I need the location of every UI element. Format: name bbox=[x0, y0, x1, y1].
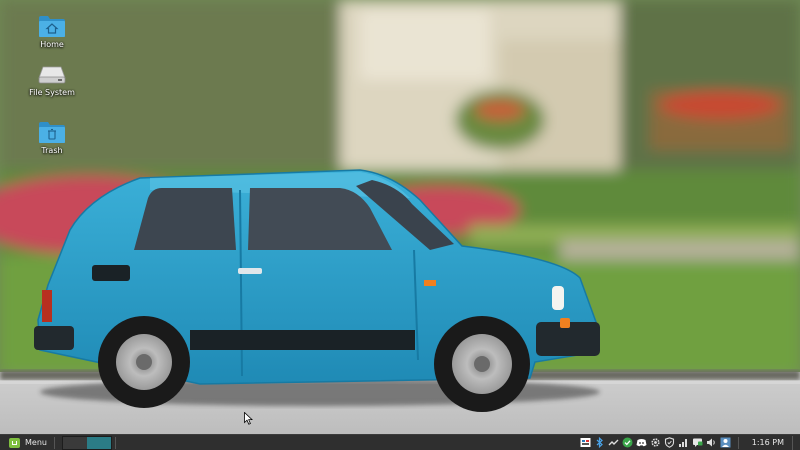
home-folder-icon bbox=[39, 16, 65, 37]
discord-icon[interactable] bbox=[636, 437, 647, 448]
volume-icon[interactable] bbox=[706, 437, 717, 448]
panel-separator bbox=[737, 436, 739, 449]
panel-separator bbox=[114, 436, 116, 449]
bottom-panel: Menu 1:16 PM bbox=[0, 434, 800, 450]
chat-icon[interactable] bbox=[692, 437, 703, 448]
workspace-1[interactable] bbox=[62, 436, 87, 449]
keyboard-layout-icon[interactable] bbox=[580, 437, 591, 448]
signal-bars-icon[interactable] bbox=[678, 437, 689, 448]
menu-label: Menu bbox=[25, 438, 47, 447]
gear-icon[interactable] bbox=[650, 437, 661, 448]
mouse-cursor-icon bbox=[244, 412, 253, 425]
network-tool-icon[interactable] bbox=[608, 437, 619, 448]
show-desktop-button[interactable] bbox=[792, 435, 799, 450]
bluetooth-icon[interactable] bbox=[594, 437, 605, 448]
panel-separator bbox=[53, 436, 55, 449]
clock[interactable]: 1:16 PM bbox=[742, 438, 792, 447]
mint-logo-icon bbox=[9, 437, 20, 448]
shield-icon[interactable] bbox=[664, 437, 675, 448]
desktop-icon-trash[interactable]: Trash bbox=[22, 120, 82, 155]
system-tray bbox=[580, 435, 735, 450]
desktop-icon-label: Trash bbox=[41, 146, 63, 155]
desktop-icon-label: Home bbox=[40, 40, 64, 49]
desktop-icon-file-system[interactable]: File System bbox=[22, 64, 82, 97]
workspace-2[interactable] bbox=[86, 436, 111, 449]
desktop-icon-home[interactable]: Home bbox=[22, 14, 82, 49]
window-list bbox=[119, 435, 580, 450]
desktop-icon-label: File System bbox=[29, 88, 75, 97]
menu-button[interactable]: Menu bbox=[0, 435, 51, 450]
desktop[interactable]: Home File System Trash Menu 1:16 PM bbox=[0, 0, 800, 450]
user-icon[interactable] bbox=[720, 437, 731, 448]
checkmark-icon[interactable] bbox=[622, 437, 633, 448]
trash-folder-icon bbox=[39, 122, 65, 143]
drive-icon bbox=[38, 66, 66, 84]
workspace-switcher bbox=[61, 435, 112, 450]
wallpaper bbox=[0, 0, 800, 434]
